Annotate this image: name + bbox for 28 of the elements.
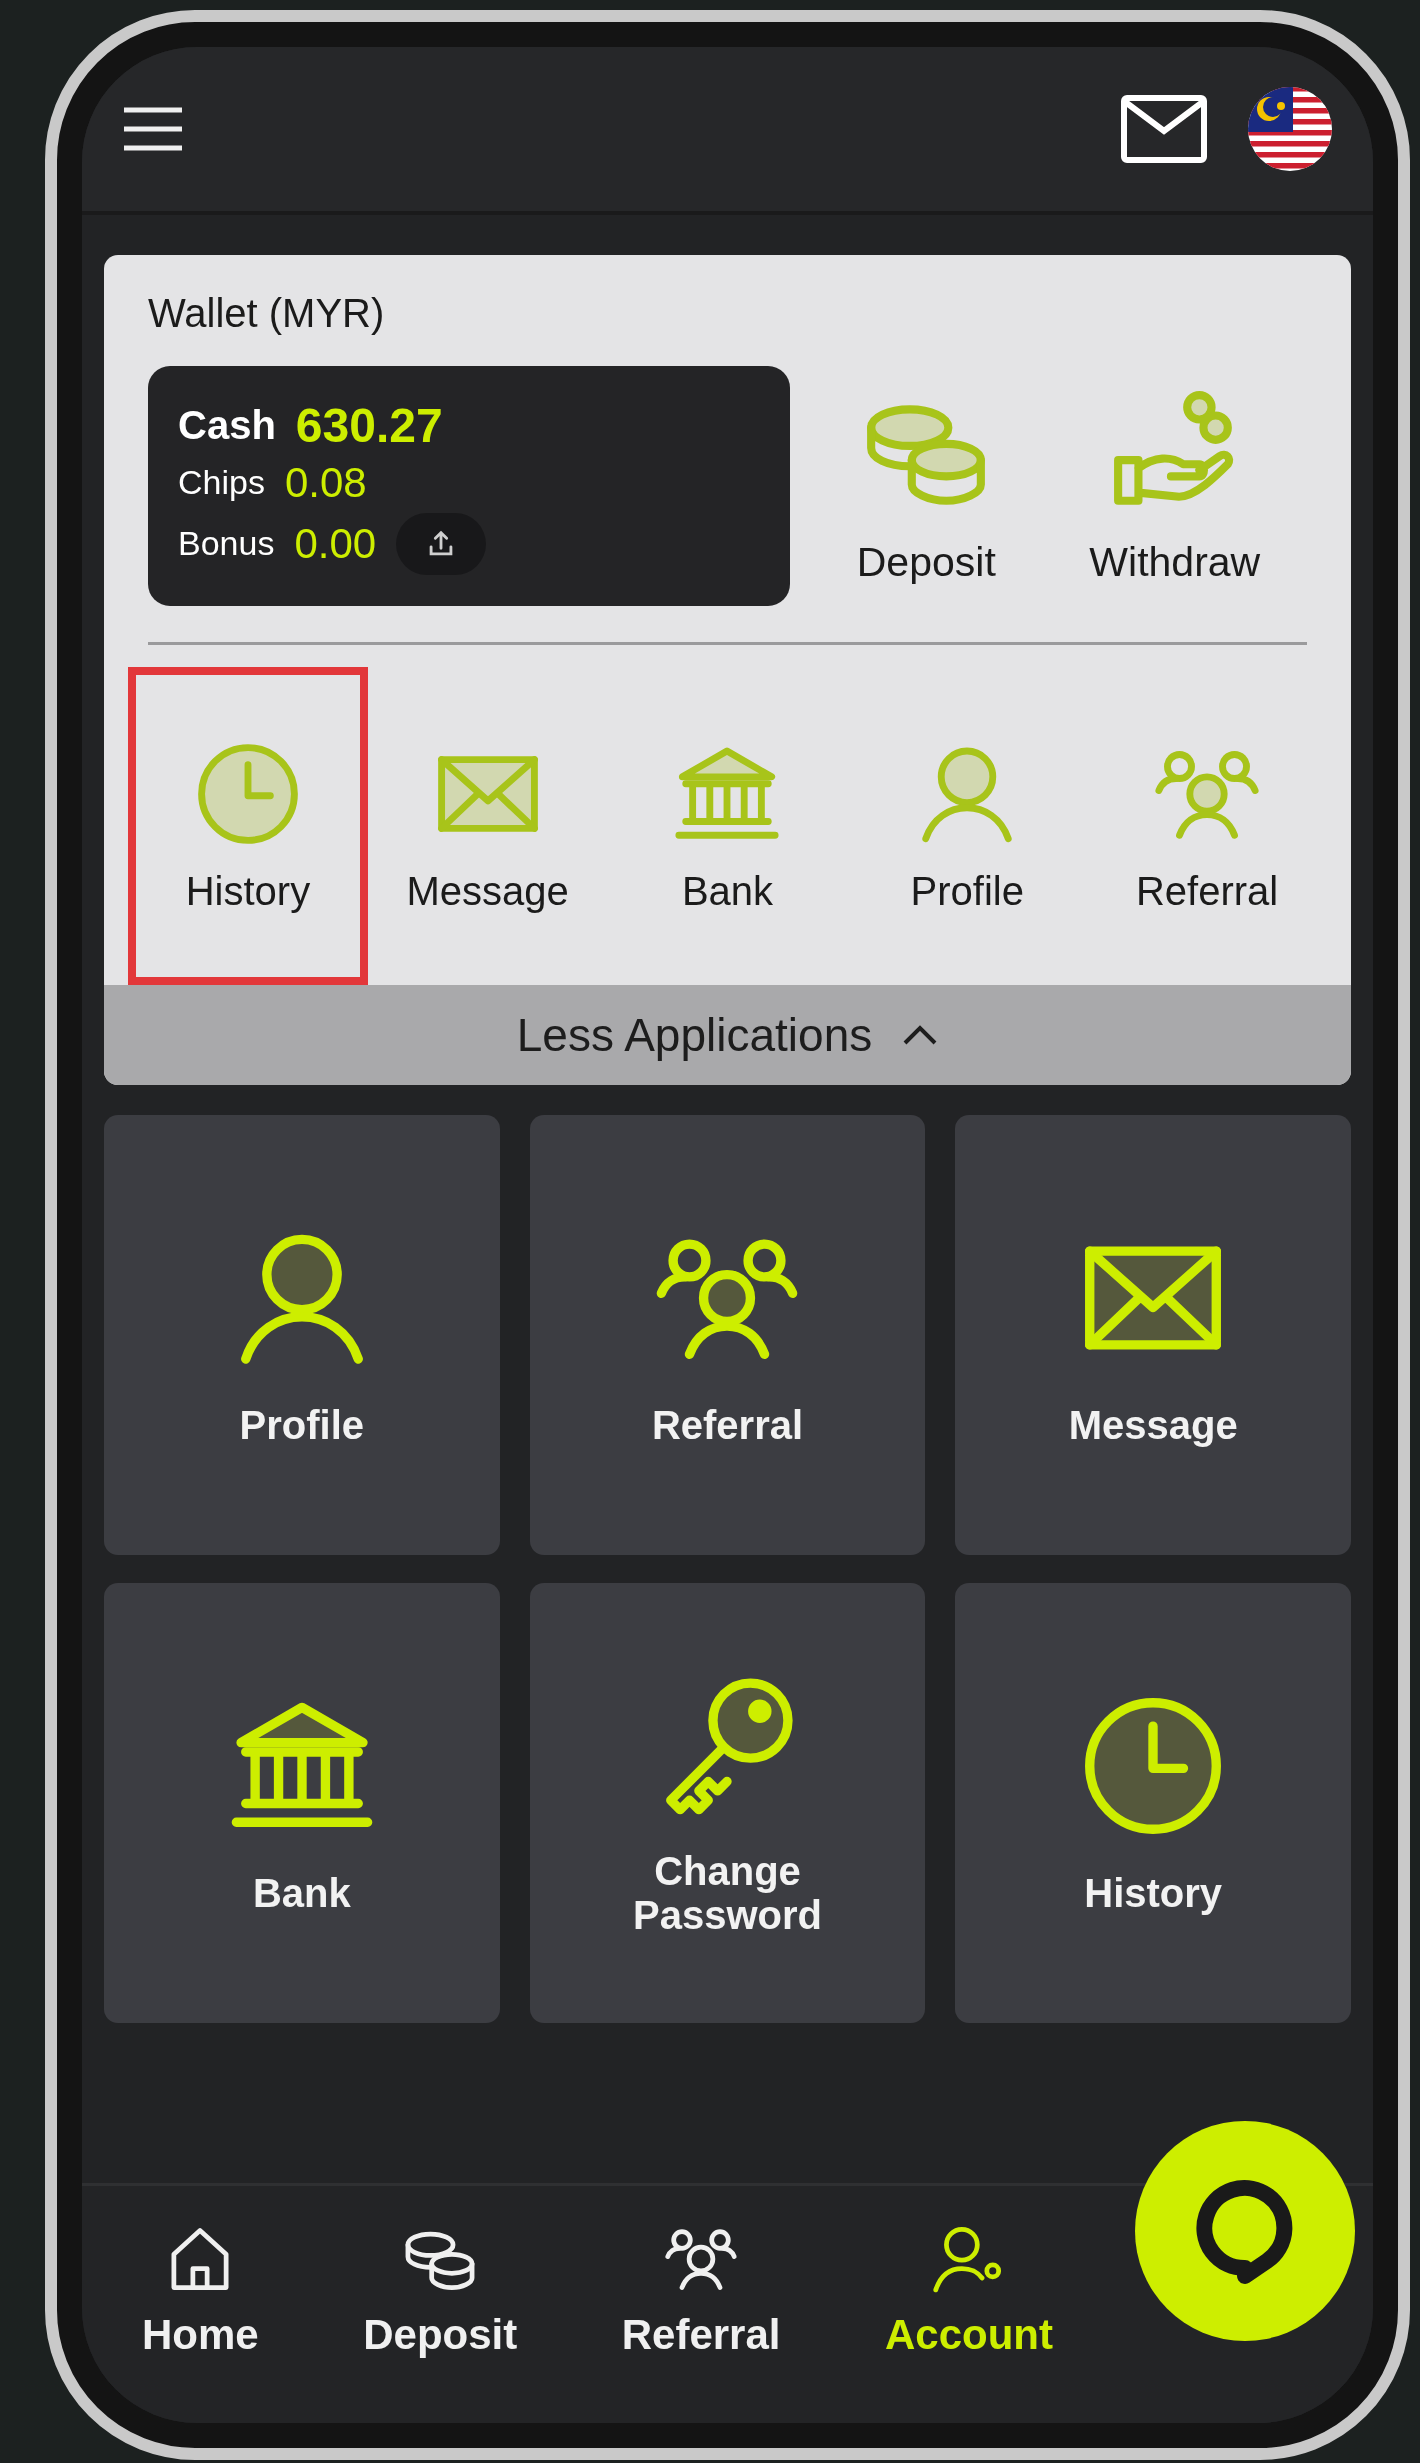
app-tile[interactable]: Profile — [104, 1115, 500, 1555]
balance-value: 630.27 — [295, 397, 443, 453]
menu-icon[interactable] — [122, 106, 184, 152]
app-tile[interactable]: History — [955, 1583, 1351, 2023]
shortcut-item[interactable]: History — [128, 667, 368, 985]
shortcut-item[interactable]: Message — [367, 667, 608, 985]
balance-label: Chips — [178, 463, 265, 502]
app-tile[interactable]: Referral — [529, 1115, 926, 1555]
balance-label: Cash — [178, 402, 276, 448]
shortcut-item[interactable]: Bank — [607, 667, 848, 985]
app-tile[interactable]: Message — [955, 1115, 1351, 1555]
nav-tab[interactable]: Referral — [621, 2220, 781, 2359]
wallet-action-button[interactable]: Withdraw — [1089, 386, 1261, 586]
chevron-icon — [902, 1024, 939, 1046]
nav-tab[interactable]: Account — [885, 2220, 1053, 2359]
balance-value: 0.08 — [284, 458, 367, 507]
nav-tab[interactable]: Home — [142, 2220, 259, 2359]
nav-tab[interactable]: Deposit — [363, 2220, 518, 2359]
shortcut-item[interactable]: Profile — [847, 667, 1088, 985]
balance-value: 0.00 — [294, 519, 377, 568]
app-tile[interactable]: Change Password — [529, 1583, 926, 2023]
shortcut-item[interactable]: Referral — [1087, 667, 1327, 985]
wallet-title: Wallet (MYR) — [148, 290, 386, 336]
less-applications-toggle[interactable]: Less Applications — [104, 985, 1351, 1085]
app-tile[interactable]: Bank — [104, 1583, 500, 2023]
wallet-action-button[interactable]: Deposit — [856, 386, 996, 586]
balance-label: Bonus — [178, 524, 275, 563]
mail-icon[interactable] — [1121, 95, 1207, 163]
